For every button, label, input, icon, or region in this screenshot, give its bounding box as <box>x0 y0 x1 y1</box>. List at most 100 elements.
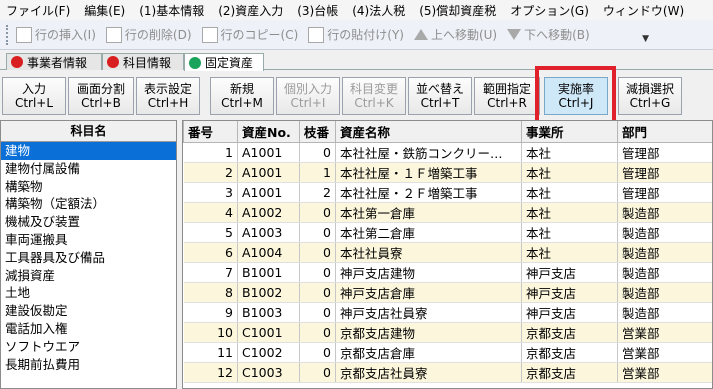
move-up-button[interactable]: 上へ移動(U) <box>413 26 497 43</box>
move-down-button[interactable]: 下へ移動(B) <box>507 26 590 43</box>
cell-branch-no[interactable]: 0 <box>299 282 336 303</box>
table-row[interactable]: 6 A1004 0 本社社員寮 本社 製造部 <box>183 242 712 263</box>
subject-item-impaired-assets[interactable]: 減損資産 <box>1 267 176 285</box>
cell-asset-no[interactable]: B1003 <box>237 302 300 323</box>
cell-number[interactable]: 3 <box>183 182 238 203</box>
cell-office[interactable]: 本社 <box>521 162 618 183</box>
cell-office[interactable]: 本社 <box>521 142 618 163</box>
cell-asset-no[interactable]: A1001 <box>237 142 300 163</box>
table-row[interactable]: 9 B1003 0 神戸支店社員寮 神戸支店 製造部 <box>183 302 712 323</box>
cell-branch-no[interactable]: 0 <box>299 242 336 263</box>
cell-asset-name[interactable]: 本社社員寮 <box>335 242 522 263</box>
split-screen-button[interactable]: 画面分割 Ctrl+B <box>68 77 134 115</box>
menu-asset-input[interactable]: (2)資産入力 <box>218 2 283 19</box>
cell-asset-no[interactable]: B1001 <box>237 262 300 283</box>
table-row[interactable]: 1 A1001 0 本社社屋・鉄筋コンクリー… 本社 管理部 <box>183 142 712 163</box>
cell-number[interactable]: 9 <box>183 302 238 323</box>
menu-options[interactable]: オプション(G) <box>510 2 589 19</box>
cell-number[interactable]: 4 <box>183 202 238 223</box>
cell-asset-no[interactable]: B1002 <box>237 282 300 303</box>
cell-department[interactable]: 管理部 <box>617 182 712 203</box>
cell-department[interactable]: 製造部 <box>617 302 712 323</box>
cell-number[interactable]: 1 <box>183 142 238 163</box>
cell-branch-no[interactable]: 0 <box>299 302 336 323</box>
change-subject-button[interactable]: 科目変更 Ctrl+K <box>342 77 406 115</box>
subject-item-land[interactable]: 土地 <box>1 284 176 302</box>
menu-ledger[interactable]: (3)台帳 <box>297 2 338 19</box>
cell-office[interactable]: 京都支店 <box>521 342 618 363</box>
toolbar-grip[interactable] <box>6 24 10 45</box>
header-asset-name[interactable]: 資産名称 <box>335 121 522 143</box>
cell-asset-no[interactable]: C1003 <box>237 362 300 383</box>
subject-item-building-equipment[interactable]: 建物付属設備 <box>1 160 176 178</box>
delete-row-button[interactable]: 行の削除(D) <box>105 26 192 43</box>
cell-number[interactable]: 7 <box>183 262 238 283</box>
table-row[interactable]: 7 B1001 0 神戸支店建物 神戸支店 製造部 <box>183 262 712 283</box>
cell-asset-name[interactable]: 神戸支店倉庫 <box>335 282 522 303</box>
tab-business-info[interactable]: 事業者情報 <box>6 53 102 70</box>
table-row[interactable]: 8 B1002 0 神戸支店倉庫 神戸支店 製造部 <box>183 282 712 303</box>
individual-input-button[interactable]: 個別入力 Ctrl+I <box>276 77 340 115</box>
cell-asset-name[interactable]: 京都支店社員寮 <box>335 362 522 383</box>
range-select-button[interactable]: 範囲指定 Ctrl+R <box>474 77 540 115</box>
new-button[interactable]: 新規 Ctrl+M <box>210 77 274 115</box>
table-row[interactable]: 12 C1003 0 京都支店社員寮 京都支店 営業部 <box>183 362 712 383</box>
header-office[interactable]: 事業所 <box>521 121 618 143</box>
menu-corporate-tax[interactable]: (4)法人税 <box>352 2 405 19</box>
implementation-rate-button[interactable]: 実施率 Ctrl+J <box>544 77 608 115</box>
table-row[interactable]: 11 C1002 0 京都支店倉庫 京都支店 営業部 <box>183 342 712 363</box>
cell-branch-no[interactable]: 0 <box>299 202 336 223</box>
menu-basic-info[interactable]: (1)基本情報 <box>139 2 204 19</box>
cell-branch-no[interactable]: 0 <box>299 362 336 383</box>
cell-department[interactable]: 製造部 <box>617 282 712 303</box>
table-row[interactable]: 5 A1003 0 本社第二倉庫 本社 製造部 <box>183 222 712 243</box>
cell-branch-no[interactable]: 1 <box>299 162 336 183</box>
cell-office[interactable]: 神戸支店 <box>521 282 618 303</box>
tab-subject-info[interactable]: 科目情報 <box>102 53 184 70</box>
cell-department[interactable]: 製造部 <box>617 242 712 263</box>
menu-depreciable-asset-tax[interactable]: (5)償却資産税 <box>419 2 496 19</box>
subject-item-construction-in-progress[interactable]: 建設仮勘定 <box>1 302 176 320</box>
cell-office[interactable]: 神戸支店 <box>521 262 618 283</box>
subject-item-structures-straight-line[interactable]: 構築物（定額法） <box>1 195 176 213</box>
cell-asset-no[interactable]: A1004 <box>237 242 300 263</box>
tab-fixed-assets[interactable]: 固定資産 <box>184 53 264 71</box>
cell-asset-name[interactable]: 京都支店倉庫 <box>335 342 522 363</box>
copy-row-button[interactable]: 行のコピー(C) <box>201 26 298 43</box>
cell-department[interactable]: 営業部 <box>617 322 712 343</box>
cell-asset-name[interactable]: 本社社屋・２Ｆ増築工事 <box>335 182 522 203</box>
cell-branch-no[interactable]: 2 <box>299 182 336 203</box>
cell-number[interactable]: 11 <box>183 342 238 363</box>
cell-office[interactable]: 本社 <box>521 202 618 223</box>
cell-asset-no[interactable]: C1002 <box>237 342 300 363</box>
header-asset-no[interactable]: 資産No. <box>237 121 300 143</box>
sort-button[interactable]: 並べ替え Ctrl+T <box>408 77 472 115</box>
cell-department[interactable]: 営業部 <box>617 342 712 363</box>
cell-number[interactable]: 6 <box>183 242 238 263</box>
subject-item-vehicles[interactable]: 車両運搬具 <box>1 231 176 249</box>
cell-asset-no[interactable]: C1001 <box>237 322 300 343</box>
header-department[interactable]: 部門 <box>617 121 712 143</box>
cell-department[interactable]: 製造部 <box>617 202 712 223</box>
cell-department[interactable]: 製造部 <box>617 262 712 283</box>
cell-office[interactable]: 京都支店 <box>521 322 618 343</box>
cell-department[interactable]: 管理部 <box>617 142 712 163</box>
paste-row-button[interactable]: 行の貼付け(Y) <box>308 26 404 43</box>
cell-asset-no[interactable]: A1003 <box>237 222 300 243</box>
cell-number[interactable]: 5 <box>183 222 238 243</box>
subject-item-machinery[interactable]: 機械及び装置 <box>1 213 176 231</box>
table-row[interactable]: 2 A1001 1 本社社屋・１Ｆ増築工事 本社 管理部 <box>183 162 712 183</box>
display-settings-button[interactable]: 表示設定 Ctrl+H <box>136 77 200 115</box>
cell-number[interactable]: 10 <box>183 322 238 343</box>
subject-item-software[interactable]: ソフトウエア <box>1 338 176 356</box>
header-number[interactable]: 番号 <box>183 121 238 143</box>
cell-department[interactable]: 営業部 <box>617 362 712 383</box>
table-row[interactable]: 4 A1002 0 本社第一倉庫 本社 製造部 <box>183 202 712 223</box>
cell-number[interactable]: 8 <box>183 282 238 303</box>
header-branch-no[interactable]: 枝番 <box>299 121 336 143</box>
table-row[interactable]: 10 C1001 0 京都支店建物 京都支店 営業部 <box>183 322 712 343</box>
cell-asset-name[interactable]: 本社第一倉庫 <box>335 202 522 223</box>
cell-office[interactable]: 本社 <box>521 222 618 243</box>
menu-file[interactable]: ファイル(F) <box>6 2 70 19</box>
menu-window[interactable]: ウィンドウ(W) <box>603 2 684 19</box>
